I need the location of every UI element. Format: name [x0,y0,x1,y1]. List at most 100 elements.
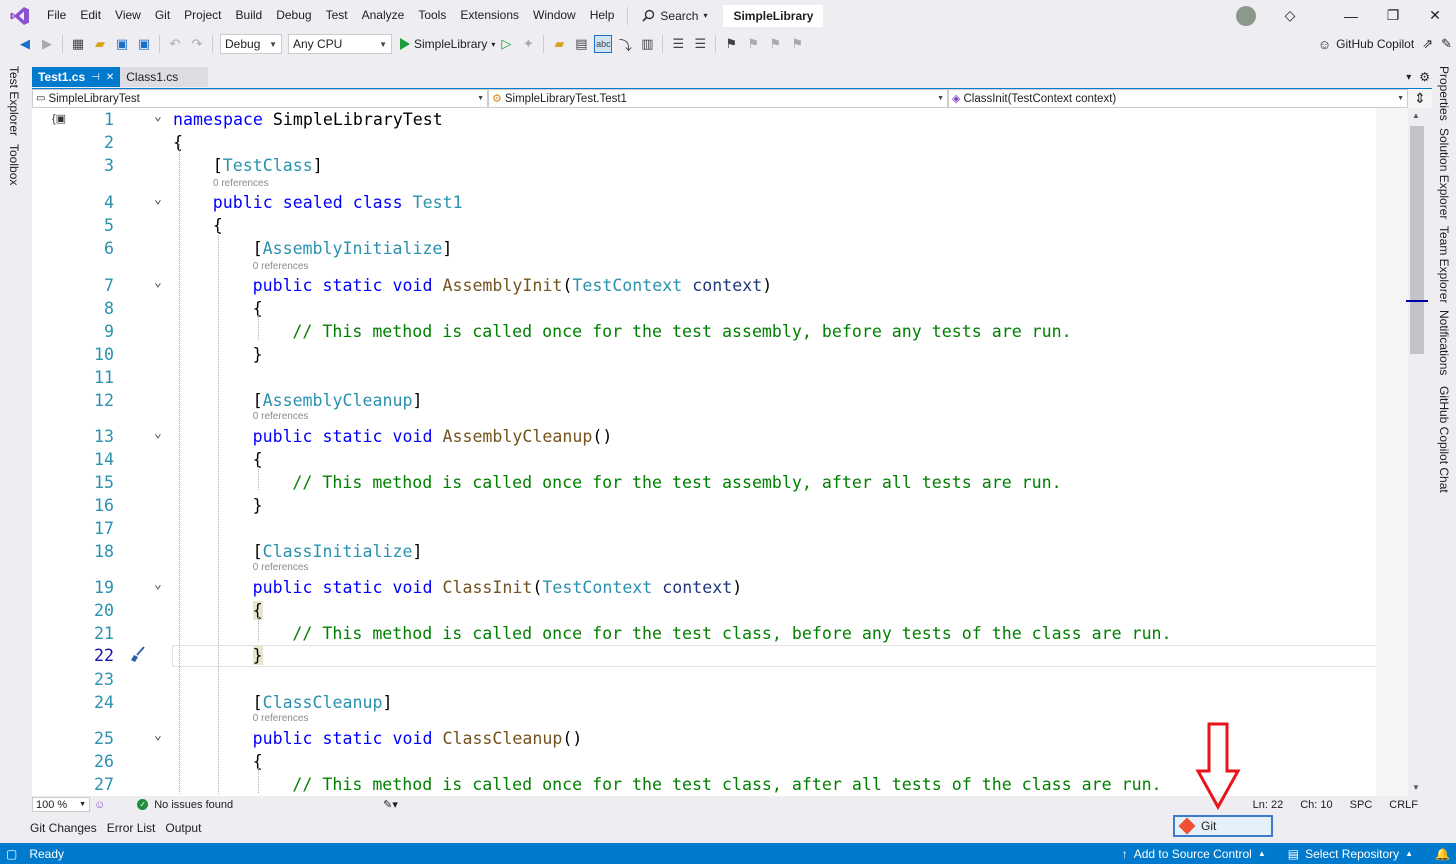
code-line[interactable]: 22} [32,645,1408,667]
menu-item-edit[interactable]: Edit [73,0,108,31]
navigate-back-icon[interactable]: ◀ [16,35,34,53]
collapse-chevron-icon[interactable]: ⌄ [154,574,162,596]
test-explorer-tab[interactable]: Test Explorer [7,66,21,136]
menu-item-analyze[interactable]: Analyze [355,0,412,31]
step-into-icon[interactable]: ⤵ [616,35,634,53]
share-icon[interactable]: ⇗ [1422,36,1433,52]
tab-class1-cs[interactable]: Class1.cs [120,67,209,87]
menu-item-help[interactable]: Help [583,0,622,31]
menu-item-git[interactable]: Git [148,0,177,31]
member-dropdown[interactable]: ◈ ClassInit(TestContext context) ▼ [948,89,1408,108]
hot-reload-icon[interactable]: ✦ [519,35,537,53]
new-project-icon[interactable]: ▦ [69,35,87,53]
copilot-chat-tab[interactable]: GitHub Copilot Chat [1437,386,1451,493]
codelens-references[interactable]: 0 references [213,178,269,189]
settings-icon[interactable]: ⚙ [1419,70,1430,84]
close-icon[interactable]: ✕ [106,72,114,83]
tab-git-changes[interactable]: Git Changes [30,821,97,835]
diamond-icon[interactable]: ◇ [1280,7,1300,24]
visual-studio-logo-icon[interactable] [0,0,40,31]
search-button[interactable]: Search ▾ [634,0,715,31]
tab-test1-cs[interactable]: Test1.cs ⊣ ✕ [32,67,121,87]
code-line[interactable]: 18 [ClassInitialize] [32,541,1408,563]
start-debugging-button[interactable]: SimpleLibrary ▾ [399,37,495,51]
code-line[interactable]: 19 ⌄ public static void ClassInit(TestCont… [32,577,1408,599]
collapse-chevron-icon[interactable]: ⌄ [154,725,162,747]
collapse-chevron-icon[interactable]: ⌄ [154,189,162,211]
browser-link-icon[interactable]: ▤ [572,35,590,53]
indent-icon[interactable]: ☰ [691,35,709,53]
team-explorer-tab[interactable]: Team Explorer [1437,226,1451,303]
code-line[interactable]: 3 [TestClass] [32,155,1408,177]
line-number[interactable]: Ln: 22 [1253,799,1284,811]
code-line[interactable]: 5{ [32,215,1408,237]
select-repository-button[interactable]: ▤ Select Repository ▲ [1288,847,1413,861]
code-line[interactable]: 21 // This method is called once for the … [32,623,1408,645]
code-line[interactable]: 7 ⌄ public static void AssemblyInit(TestCo… [32,275,1408,297]
tab-output[interactable]: Output [165,821,201,835]
codelens-references[interactable]: 0 references [253,562,309,573]
toolbox-tab[interactable]: Toolbox [7,144,21,185]
minimize-button[interactable]: — [1330,0,1372,31]
project-dropdown[interactable]: ▭ SimpleLibraryTest ▼ [32,89,488,108]
zoom-select[interactable]: 100 % ▼ [32,797,90,812]
code-cleanup-icon[interactable]: ✎▾ [383,798,398,811]
code-line[interactable]: 6 [AssemblyInitialize] [32,238,1408,260]
collapse-chevron-icon[interactable]: ⌄ [154,272,162,294]
copilot-status-icon[interactable]: ☺ [94,799,105,811]
vertical-scrollbar[interactable] [1376,108,1408,796]
configuration-select[interactable]: Debug ▼ [220,34,282,54]
diagnostics-icon[interactable]: ▥ [638,35,656,53]
navigate-forward-icon[interactable]: ▶ [38,35,56,53]
codelens-references[interactable]: 0 references [253,411,309,422]
solution-explorer-tab[interactable]: Solution Explorer [1437,128,1451,219]
codelens-references[interactable]: 0 references [253,261,309,272]
menu-item-test[interactable]: Test [319,0,355,31]
code-line[interactable]: 12 [AssemblyCleanup] [32,390,1408,412]
code-line[interactable]: 10} [32,344,1408,366]
split-window-icon[interactable]: ⇕ [1408,89,1432,108]
properties-tab[interactable]: Properties [1437,66,1451,121]
undo-icon[interactable]: ↶ [166,35,184,53]
close-button[interactable]: ✕ [1414,0,1456,31]
code-line[interactable]: 2{ [32,132,1408,154]
code-line[interactable]: 20{ [32,600,1408,622]
collapse-chevron-icon[interactable]: ⌄ [154,108,162,128]
code-editor[interactable]: 1 ⌄ namespace SimpleLibraryTest 2{3 [TestCla… [32,108,1408,796]
redo-icon[interactable]: ↷ [188,35,206,53]
add-to-source-control-button[interactable]: ↑ Add to Source Control ▲ [1122,847,1266,861]
tab-list-dropdown-icon[interactable]: ▾ [1406,72,1411,83]
scroll-up-arrow-icon[interactable]: ▲ [1412,111,1420,120]
code-line[interactable]: 23 [32,669,1408,691]
feedback-icon[interactable]: ✎ [1441,36,1452,52]
scroll-down-arrow-icon[interactable]: ▼ [1412,783,1420,792]
quick-actions-icon[interactable]: {▣ [52,112,66,125]
code-line[interactable]: 11 [32,367,1408,389]
notifications-bell-icon[interactable]: 🔔 [1435,847,1450,861]
codelens-references[interactable]: 0 references [253,713,309,724]
save-all-icon[interactable]: ▣ [135,35,153,53]
code-line[interactable]: 24 [ClassCleanup] [32,692,1408,714]
open-folder-icon[interactable]: ▰ [91,35,109,53]
code-line[interactable]: 8{ [32,298,1408,320]
pin-icon[interactable]: ⊣ [91,72,100,83]
menu-item-debug[interactable]: Debug [269,0,318,31]
menu-item-extensions[interactable]: Extensions [453,0,526,31]
menu-item-window[interactable]: Window [526,0,583,31]
menu-item-build[interactable]: Build [229,0,270,31]
column-number[interactable]: Ch: 10 [1300,799,1332,811]
platform-select[interactable]: Any CPU ▼ [288,34,392,54]
tab-error-list[interactable]: Error List [107,821,156,835]
avatar[interactable] [1236,5,1256,26]
menu-item-project[interactable]: Project [177,0,228,31]
notifications-tab[interactable]: Notifications [1437,310,1451,375]
save-icon[interactable]: ▣ [113,35,131,53]
menu-item-tools[interactable]: Tools [411,0,453,31]
next-bookmark-icon[interactable]: ⚑ [766,35,784,53]
collapse-chevron-icon[interactable]: ⌄ [154,423,162,445]
scrollbar-thumb[interactable] [1410,126,1424,354]
code-line[interactable]: 4 ⌄ public sealed class Test1 [32,192,1408,214]
menu-item-file[interactable]: File [40,0,73,31]
code-line[interactable]: 16} [32,495,1408,517]
code-line[interactable]: 17 [32,518,1408,540]
